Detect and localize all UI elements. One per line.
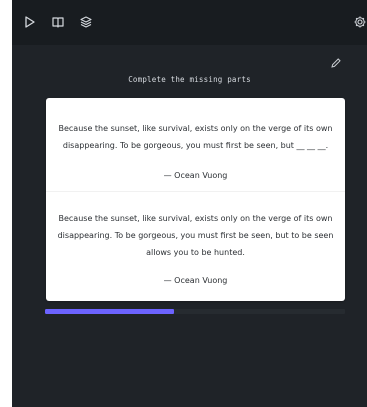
pencil-icon[interactable] bbox=[330, 54, 342, 68]
answer-author: — Ocean Vuong bbox=[163, 276, 228, 285]
prompt-heading: Complete the missing parts bbox=[128, 75, 251, 84]
answer-text: Because the sunset, like survival, exist… bbox=[57, 214, 334, 257]
progress-bar bbox=[45, 309, 345, 314]
left-margin bbox=[0, 0, 12, 407]
question-text: Because the sunset, like survival, exist… bbox=[58, 124, 333, 150]
play-icon[interactable] bbox=[22, 14, 38, 30]
card-divider bbox=[46, 191, 345, 192]
question-author: — Ocean Vuong bbox=[163, 171, 228, 180]
app-window: Complete the missing parts Because the s… bbox=[0, 0, 367, 407]
toolbar bbox=[12, 0, 367, 45]
book-icon[interactable] bbox=[50, 14, 66, 30]
flashcard[interactable]: Because the sunset, like survival, exist… bbox=[46, 98, 345, 301]
layers-icon[interactable] bbox=[78, 14, 94, 30]
gear-icon[interactable] bbox=[352, 14, 367, 30]
progress-fill bbox=[45, 309, 174, 314]
